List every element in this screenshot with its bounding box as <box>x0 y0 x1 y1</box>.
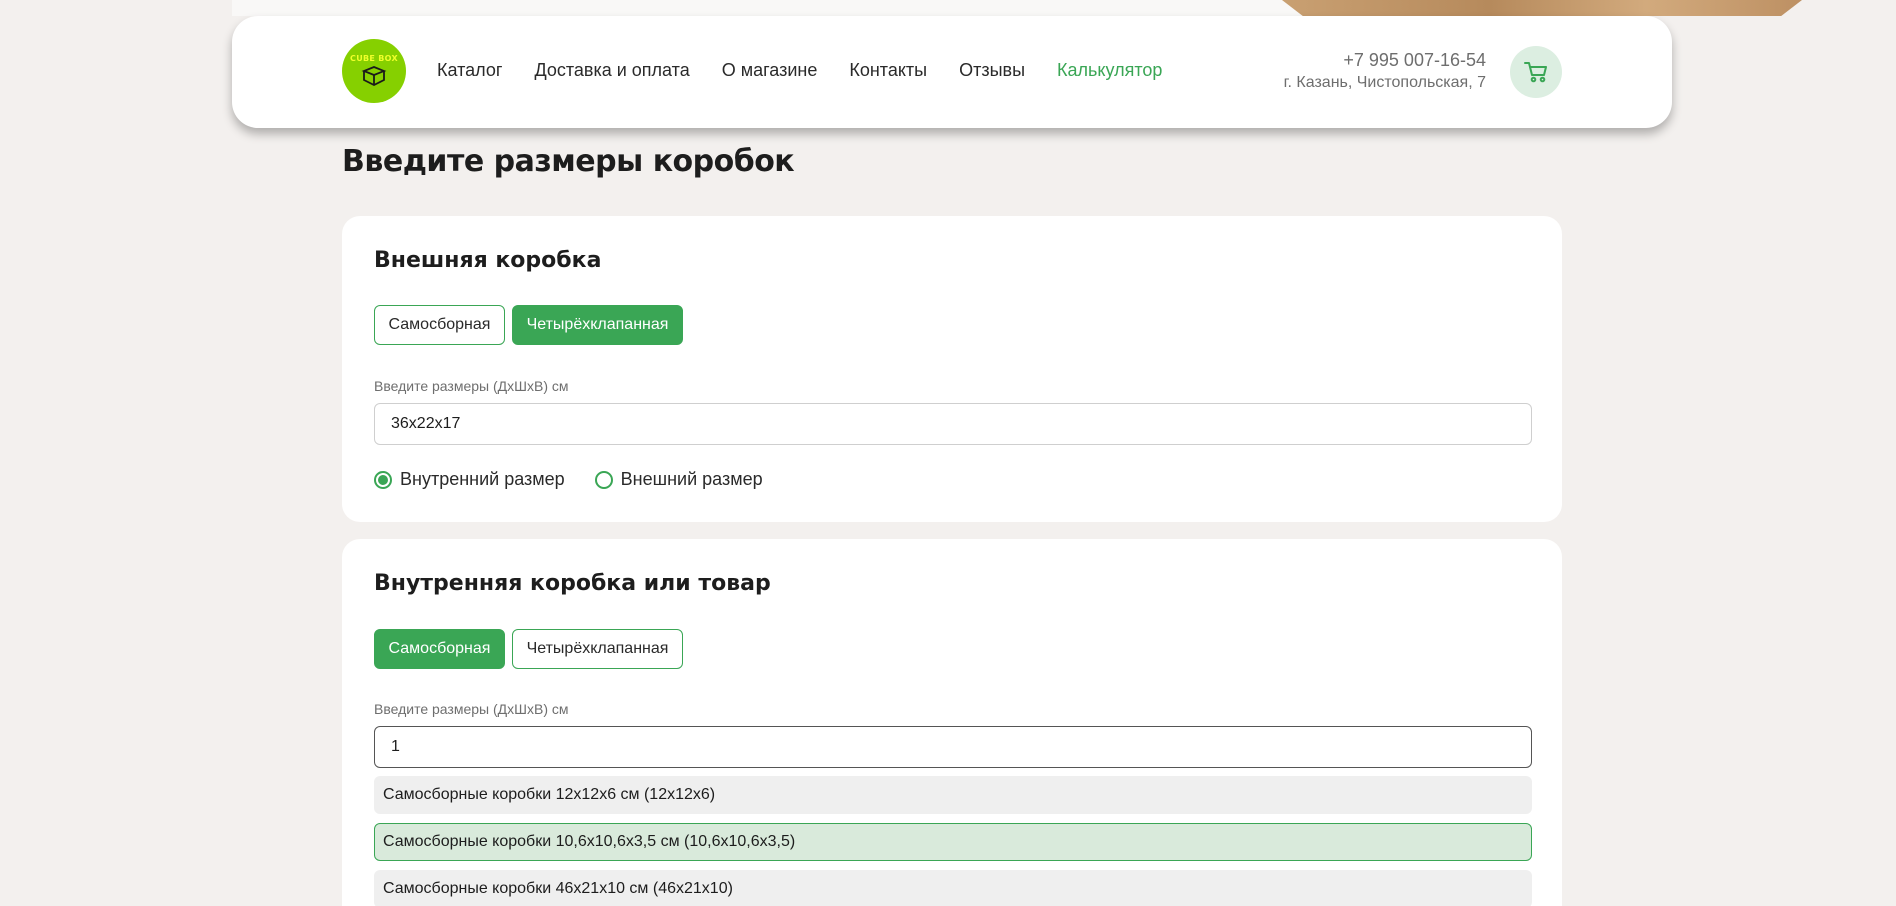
suggestion-item-highlighted[interactable]: Самосборные коробки 10,6x10,6x3,5 см (10… <box>374 823 1532 861</box>
box-icon <box>361 66 387 87</box>
inner-type-selfassembly-button[interactable]: Самосборная <box>374 629 505 669</box>
nav-item-contacts[interactable]: Контакты <box>849 60 927 81</box>
inner-box-card: Внутренняя коробка или товар Самосборная… <box>342 539 1562 906</box>
cart-button[interactable] <box>1510 46 1562 98</box>
radio-outer-size[interactable]: Внешний размер <box>594 469 763 490</box>
phone-link[interactable]: +7 995 007-16-54 <box>1284 48 1486 72</box>
outer-type-fourflap-button[interactable]: Четырёхклапанная <box>512 305 683 345</box>
address: г. Казань, Чистопольская, 7 <box>1283 74 1486 91</box>
outer-size-label: Введите размеры (ДхШхВ) см <box>374 378 569 394</box>
outer-type-selfassembly-button[interactable]: Самосборная <box>374 305 505 345</box>
nav-item-catalog[interactable]: Каталог <box>437 60 502 81</box>
inner-type-fourflap-button[interactable]: Четырёхклапанная <box>512 629 683 669</box>
outer-box-card: Внешняя коробка Самосборная Четырёхклапа… <box>342 216 1562 522</box>
logo-text: CUBE BOX <box>350 54 398 63</box>
logo[interactable]: CUBE BOX <box>342 39 406 103</box>
radio-inner-size[interactable]: Внутренний размер <box>374 469 565 490</box>
nav-item-about[interactable]: О магазине <box>722 60 818 81</box>
inner-size-input[interactable]: 1 <box>374 726 1532 768</box>
outer-size-value: 36x22x17 <box>391 415 461 432</box>
outer-box-title: Внешняя коробка <box>374 248 602 273</box>
hero-banner-edge <box>232 0 1802 16</box>
outer-measure-radio-group: Внутренний размер Внешний размер <box>374 469 793 490</box>
cart-icon <box>1524 62 1547 83</box>
inner-size-label: Введите размеры (ДхШхВ) см <box>374 701 569 717</box>
main-nav: Каталог Доставка и оплата О магазине Кон… <box>437 60 1194 81</box>
radio-outer-size-label: Внешний размер <box>620 469 763 489</box>
header-contacts: +7 995 007-16-54 г. Казань, Чистопольска… <box>1284 48 1486 94</box>
nav-item-reviews[interactable]: Отзывы <box>959 60 1025 81</box>
site-header: CUBE BOX Каталог Доставка и оплата О маг… <box>232 16 1672 128</box>
page-title: Введите размеры коробок <box>342 144 795 179</box>
nav-item-calculator[interactable]: Калькулятор <box>1057 60 1162 81</box>
suggestion-item[interactable]: Самосборные коробки 46x21x10 см (46x21x1… <box>374 870 1532 906</box>
outer-size-input[interactable]: 36x22x17 <box>374 403 1532 445</box>
inner-box-title: Внутренняя коробка или товар <box>374 571 771 596</box>
radio-inner-size-label: Внутренний размер <box>400 469 565 489</box>
radio-unchecked-icon <box>594 470 613 489</box>
hero-box-image <box>1282 0 1802 16</box>
suggestion-item[interactable]: Самосборные коробки 12x12x6 см (12x12x6) <box>374 776 1532 814</box>
radio-checked-icon <box>374 470 392 489</box>
nav-item-delivery[interactable]: Доставка и оплата <box>534 60 689 81</box>
inner-size-value: 1 <box>391 738 400 755</box>
